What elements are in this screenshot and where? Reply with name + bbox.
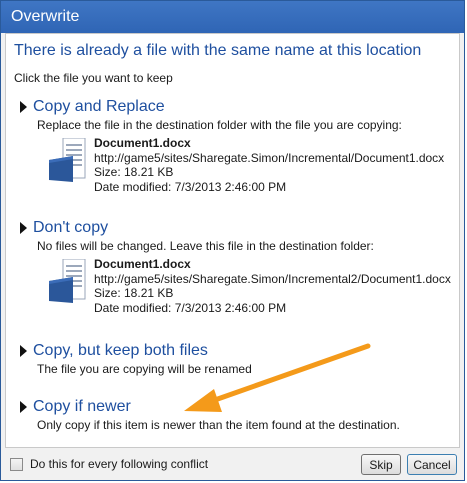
checkbox-box[interactable] xyxy=(10,457,23,471)
destination-file-info[interactable]: Document1.docx http://game5/sites/Shareg… xyxy=(49,257,451,321)
triangle-right-icon xyxy=(20,101,27,113)
file-path: http://game5/sites/Sharegate.Simon/Incre… xyxy=(94,150,445,165)
file-details: Document1.docx http://game5/sites/Shareg… xyxy=(94,257,451,315)
file-name: Document1.docx xyxy=(94,257,191,271)
triangle-right-icon xyxy=(20,345,27,357)
option-description: The file you are copying will be renamed xyxy=(37,362,252,376)
apply-to-all-checkbox[interactable]: Do this for every following conflict xyxy=(10,457,208,471)
option-description: No files will be changed. Leave this fil… xyxy=(37,239,374,253)
copy-if-newer-link[interactable]: Copy if newer xyxy=(20,396,131,418)
word-document-icon xyxy=(49,259,86,303)
triangle-right-icon xyxy=(20,222,27,234)
option-label: Copy, but keep both files xyxy=(33,342,208,359)
option-label: Don't copy xyxy=(33,219,109,236)
file-name: Document1.docx xyxy=(94,136,191,150)
option-label: Copy if newer xyxy=(33,398,131,415)
dialog-instruction: Click the file you want to keep xyxy=(14,71,173,85)
overwrite-dialog: Overwrite There is already a file with t… xyxy=(0,0,465,481)
file-size: Size: 18.21 KB xyxy=(94,286,174,300)
window-title: Overwrite xyxy=(11,8,80,25)
file-path: http://game5/sites/Sharegate.Simon/Incre… xyxy=(94,271,451,286)
dont-copy-link[interactable]: Don't copy xyxy=(20,217,108,239)
file-date-modified: Date modified: 7/3/2013 2:46:00 PM xyxy=(94,300,287,315)
cancel-button[interactable]: Cancel xyxy=(407,454,457,475)
keep-both-link[interactable]: Copy, but keep both files xyxy=(20,340,208,362)
title-bar: Overwrite xyxy=(1,1,464,33)
file-size: Size: 18.21 KB xyxy=(94,165,174,179)
file-date-modified: Date modified: 7/3/2013 2:46:00 PM xyxy=(94,179,287,194)
option-description: Only copy if this item is newer than the… xyxy=(37,418,400,432)
source-file-info[interactable]: Document1.docx http://game5/sites/Shareg… xyxy=(49,136,449,200)
file-details: Document1.docx http://game5/sites/Shareg… xyxy=(94,136,444,194)
option-label: Copy and Replace xyxy=(33,98,165,115)
dialog-heading: There is already a file with the same na… xyxy=(14,42,422,59)
option-description: Replace the file in the destination fold… xyxy=(37,118,402,132)
skip-button[interactable]: Skip xyxy=(361,454,401,475)
copy-and-replace-link[interactable]: Copy and Replace xyxy=(20,96,165,118)
checkbox-label: Do this for every following conflict xyxy=(30,457,209,471)
dialog-content: There is already a file with the same na… xyxy=(5,33,460,448)
word-document-icon xyxy=(49,138,86,182)
triangle-right-icon xyxy=(20,401,27,413)
dialog-footer: Do this for every following conflict Ski… xyxy=(5,451,460,479)
